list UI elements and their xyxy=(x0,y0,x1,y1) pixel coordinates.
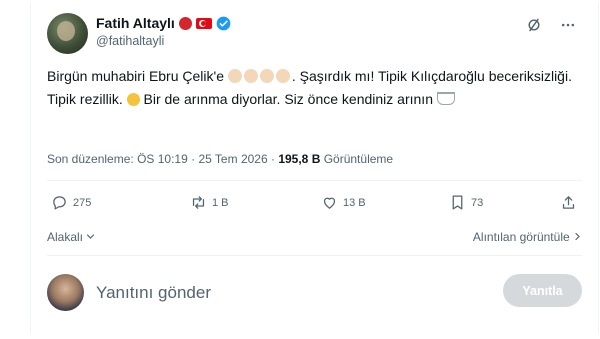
meta-separator-2: · xyxy=(270,152,275,166)
retweet-count: 1 B xyxy=(212,196,229,209)
more-options-icon[interactable] xyxy=(560,17,576,33)
related-link[interactable]: Alakalı xyxy=(47,230,95,244)
like-count: 13 B xyxy=(343,196,366,209)
view-quotes-link[interactable]: Alıntılan görüntüle xyxy=(473,230,582,244)
like-action[interactable]: 13 B xyxy=(321,194,366,211)
bookmark-action[interactable]: 73 xyxy=(449,194,483,211)
tweet-time[interactable]: ÖS 10:19 xyxy=(137,152,188,166)
divider-top xyxy=(47,180,582,181)
tweet-card: Fatih Altaylı @fatihaltayli Birgün muhab… xyxy=(30,3,599,333)
chevron-down-icon xyxy=(87,234,95,239)
reply-icon xyxy=(53,196,66,210)
share-icon xyxy=(562,196,575,209)
author-avatar[interactable] xyxy=(47,13,88,54)
retweet-action[interactable]: 1 B xyxy=(190,194,229,211)
author-name-row: Fatih Altaylı xyxy=(96,14,231,32)
reply-button[interactable]: Yanıtla xyxy=(503,274,582,307)
views-label: Görüntüleme xyxy=(323,152,394,166)
edited-label[interactable]: Son düzenleme: xyxy=(47,152,134,166)
heart-icon xyxy=(323,197,336,209)
clapping-hands-emoji xyxy=(227,68,292,84)
view-quotes-label: Alıntılan görüntüle xyxy=(472,230,570,244)
reply-count: 275 xyxy=(73,196,92,209)
retweet-icon xyxy=(192,196,205,209)
tweet-text-part-3: Bir de arınma diyorlar. Siz önce kendini… xyxy=(143,91,433,107)
tweet-date[interactable]: 25 Tem 2026 xyxy=(198,152,267,166)
crying-face-emoji xyxy=(126,93,140,106)
bathtub-emoji xyxy=(436,92,455,105)
share-action[interactable] xyxy=(560,194,577,211)
grok-icon[interactable] xyxy=(526,17,542,33)
author-handle[interactable]: @fatihaltayli xyxy=(96,34,164,48)
chevron-right-icon xyxy=(575,232,580,241)
tweet-meta: Son düzenleme: ÖS 10:19 · 25 Tem 2026 · … xyxy=(47,152,393,166)
tweet-text-part-1: Birgün muhabiri Ebru Çelik'e xyxy=(47,68,224,84)
red-circle-emoji xyxy=(178,16,192,30)
author-display-name[interactable]: Fatih Altaylı xyxy=(96,15,175,31)
tweet-text: Birgün muhabiri Ebru Çelik'e . Şaşırdık … xyxy=(47,65,572,111)
views-count: 195,8 B xyxy=(278,152,321,166)
tweet-actions-bar: 275 1 B 13 B 73 xyxy=(47,194,582,214)
related-label: Alakalı xyxy=(47,230,84,244)
divider-bottom xyxy=(47,255,582,256)
meta-separator-1: · xyxy=(191,152,196,166)
bookmark-count: 73 xyxy=(471,196,484,209)
reply-input[interactable]: Yanıtını gönder xyxy=(96,283,211,303)
reply-action[interactable]: 275 xyxy=(51,194,91,211)
current-user-avatar[interactable] xyxy=(47,274,84,311)
tweet-top-actions xyxy=(526,17,576,33)
verified-badge-icon xyxy=(216,16,231,31)
bookmark-icon xyxy=(452,195,463,210)
turkish-flag-emoji xyxy=(195,17,212,29)
